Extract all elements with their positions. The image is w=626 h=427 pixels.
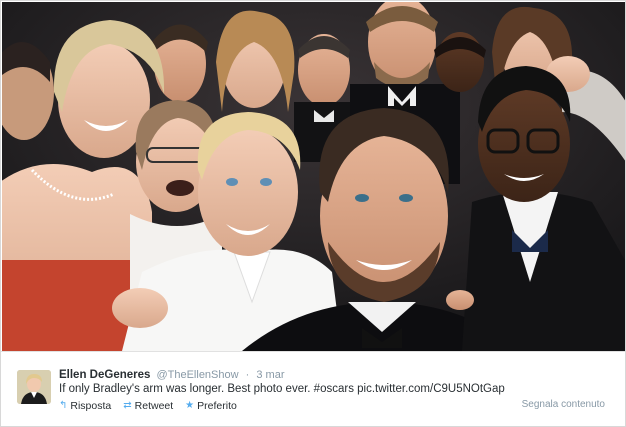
tweet-text: If only Bradley's arm was longer. Best p…: [59, 383, 505, 395]
selfie-photo[interactable]: [2, 2, 625, 351]
tweet-header: Ellen DeGeneres @TheEllenShow · 3 mar: [59, 369, 285, 381]
star-icon: ★: [185, 400, 195, 411]
retweet-label: Retweet: [134, 400, 174, 412]
reply-label: Risposta: [70, 400, 112, 412]
report-link[interactable]: Segnala contenuto: [522, 399, 605, 410]
favorite-label: Preferito: [197, 400, 237, 412]
tweet-date[interactable]: 3 mar: [256, 369, 284, 381]
reply-button[interactable]: ↰ Risposta: [59, 400, 111, 412]
author-name[interactable]: Ellen DeGeneres: [59, 369, 150, 381]
tweet-actions: ↰ Risposta ⇄ Retweet ★ Preferito: [59, 400, 237, 412]
favorite-button[interactable]: ★ Preferito: [185, 400, 237, 412]
retweet-button[interactable]: ⇄ Retweet: [123, 400, 173, 412]
tweet-card: Ellen DeGeneres @TheEllenShow · 3 mar If…: [0, 0, 626, 427]
author-handle[interactable]: @TheEllenShow: [156, 369, 238, 381]
retweet-icon: ⇄: [123, 400, 132, 411]
avatar[interactable]: [17, 370, 51, 404]
tweet-footer: Ellen DeGeneres @TheEllenShow · 3 mar If…: [1, 351, 625, 426]
separator-dot: ·: [245, 369, 250, 381]
reply-icon: ↰: [59, 400, 68, 411]
